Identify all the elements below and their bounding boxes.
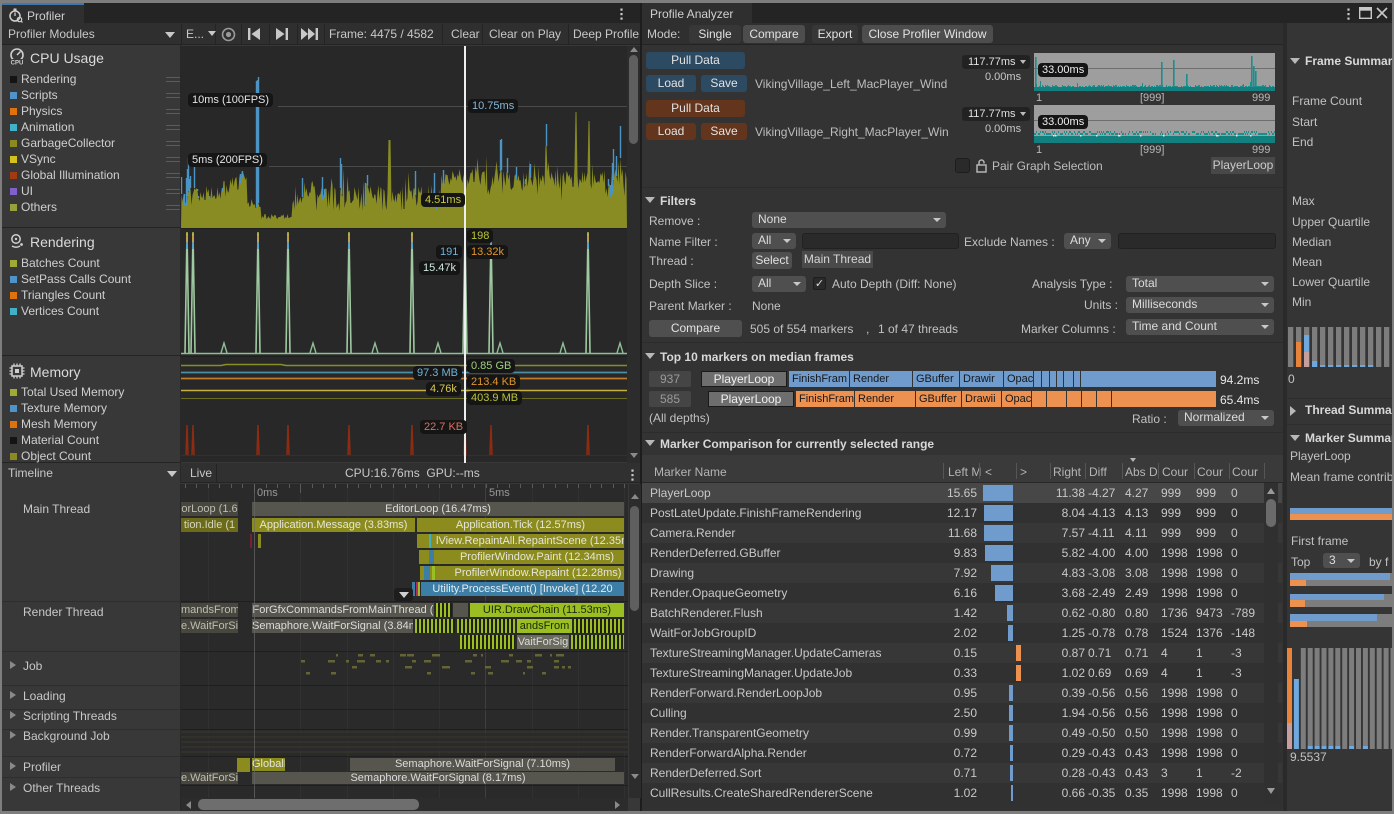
svg-text:CPU: CPU	[11, 61, 24, 66]
